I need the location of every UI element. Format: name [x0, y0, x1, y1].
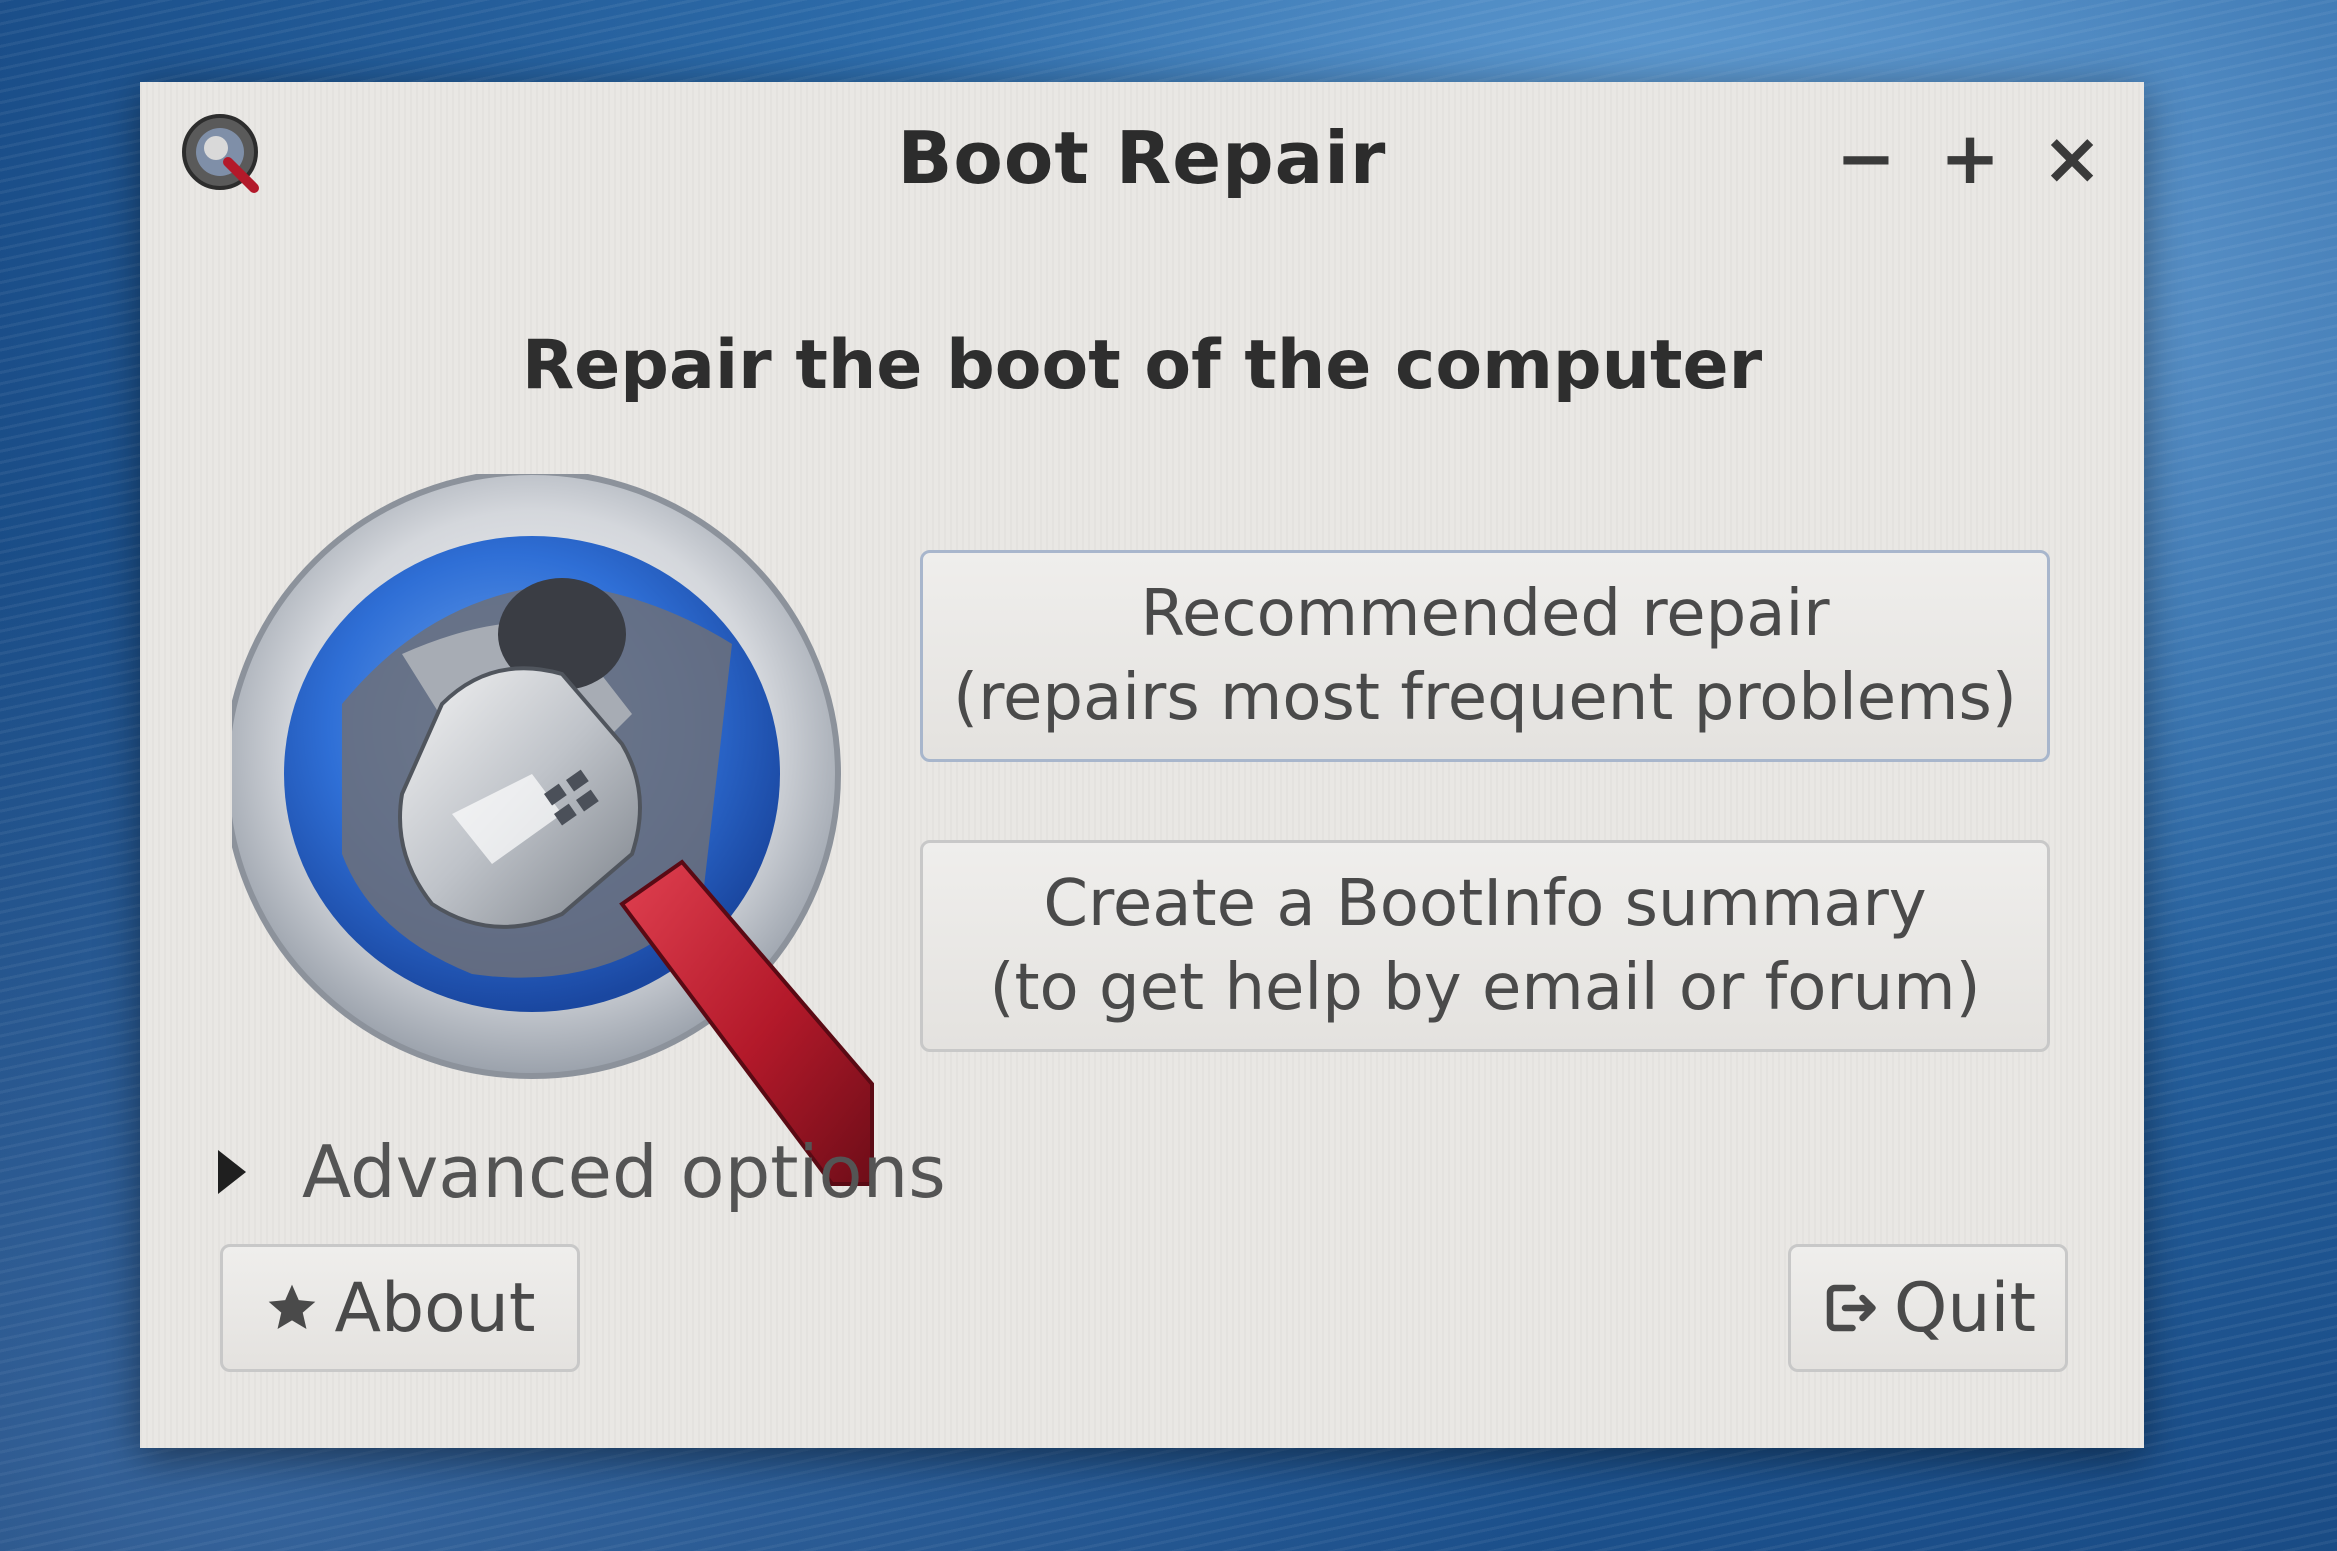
minimize-button[interactable]: − [1826, 118, 1906, 198]
close-button[interactable]: × [2032, 118, 2112, 198]
bootinfo-summary-sublabel: (to get help by email or forum) [989, 951, 1981, 1025]
about-button[interactable]: About [220, 1244, 580, 1372]
bootinfo-summary-button[interactable]: Create a BootInfo summary (to get help b… [920, 840, 2050, 1052]
boot-repair-logo [223, 469, 1012, 1194]
exit-icon [1820, 1278, 1880, 1338]
about-label: About [334, 1268, 536, 1348]
maximize-button[interactable]: + [1930, 118, 2010, 198]
recommended-repair-label: Recommended repair [1140, 577, 1830, 651]
page-heading: Repair the boot of the computer [521, 326, 1763, 405]
recommended-repair-sublabel: (repairs most frequent problems) [953, 661, 2017, 735]
recommended-repair-button[interactable]: Recommended repair (repairs most frequen… [920, 550, 2050, 762]
expander-arrow-icon [218, 1150, 246, 1194]
quit-button[interactable]: Quit [1788, 1244, 2068, 1372]
boot-repair-window: Boot Repair − + × Repair the boot of the… [140, 82, 2144, 1448]
quit-label: Quit [1893, 1268, 2037, 1348]
star-icon [264, 1280, 320, 1336]
advanced-options-expander[interactable]: Advanced options [218, 1122, 946, 1222]
titlebar[interactable]: Boot Repair − + × [140, 82, 2144, 232]
maximize-icon: + [1939, 116, 2001, 200]
bootinfo-summary-label: Create a BootInfo summary [1043, 867, 1927, 941]
minimize-icon: − [1835, 116, 1897, 200]
close-icon: × [2041, 116, 2103, 200]
advanced-options-label: Advanced options [302, 1130, 946, 1214]
